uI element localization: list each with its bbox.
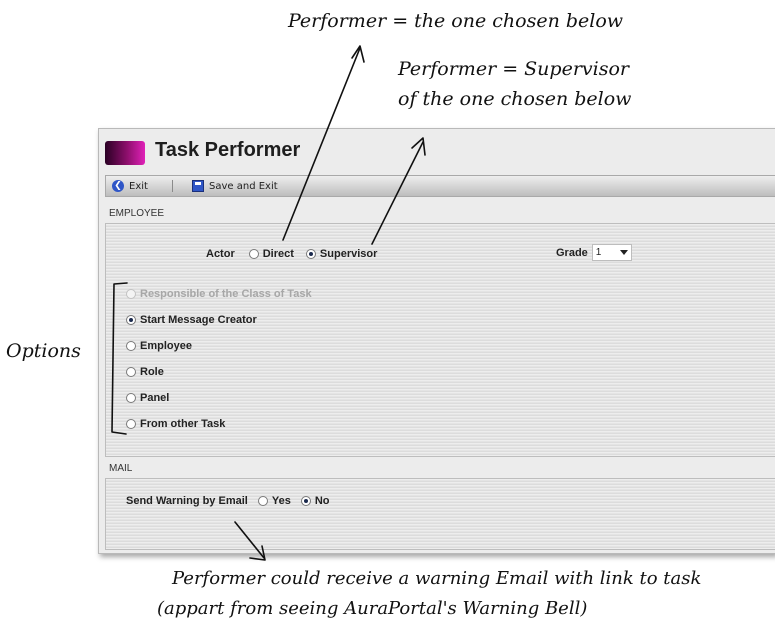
options-bracket (111, 282, 128, 435)
arrow-to-email-note (234, 521, 265, 559)
annotation-arrows (111, 45, 426, 561)
arrow-to-performer-note (282, 47, 361, 241)
arrow-to-supervisor-note (371, 141, 424, 245)
arrowhead-email (249, 545, 266, 561)
